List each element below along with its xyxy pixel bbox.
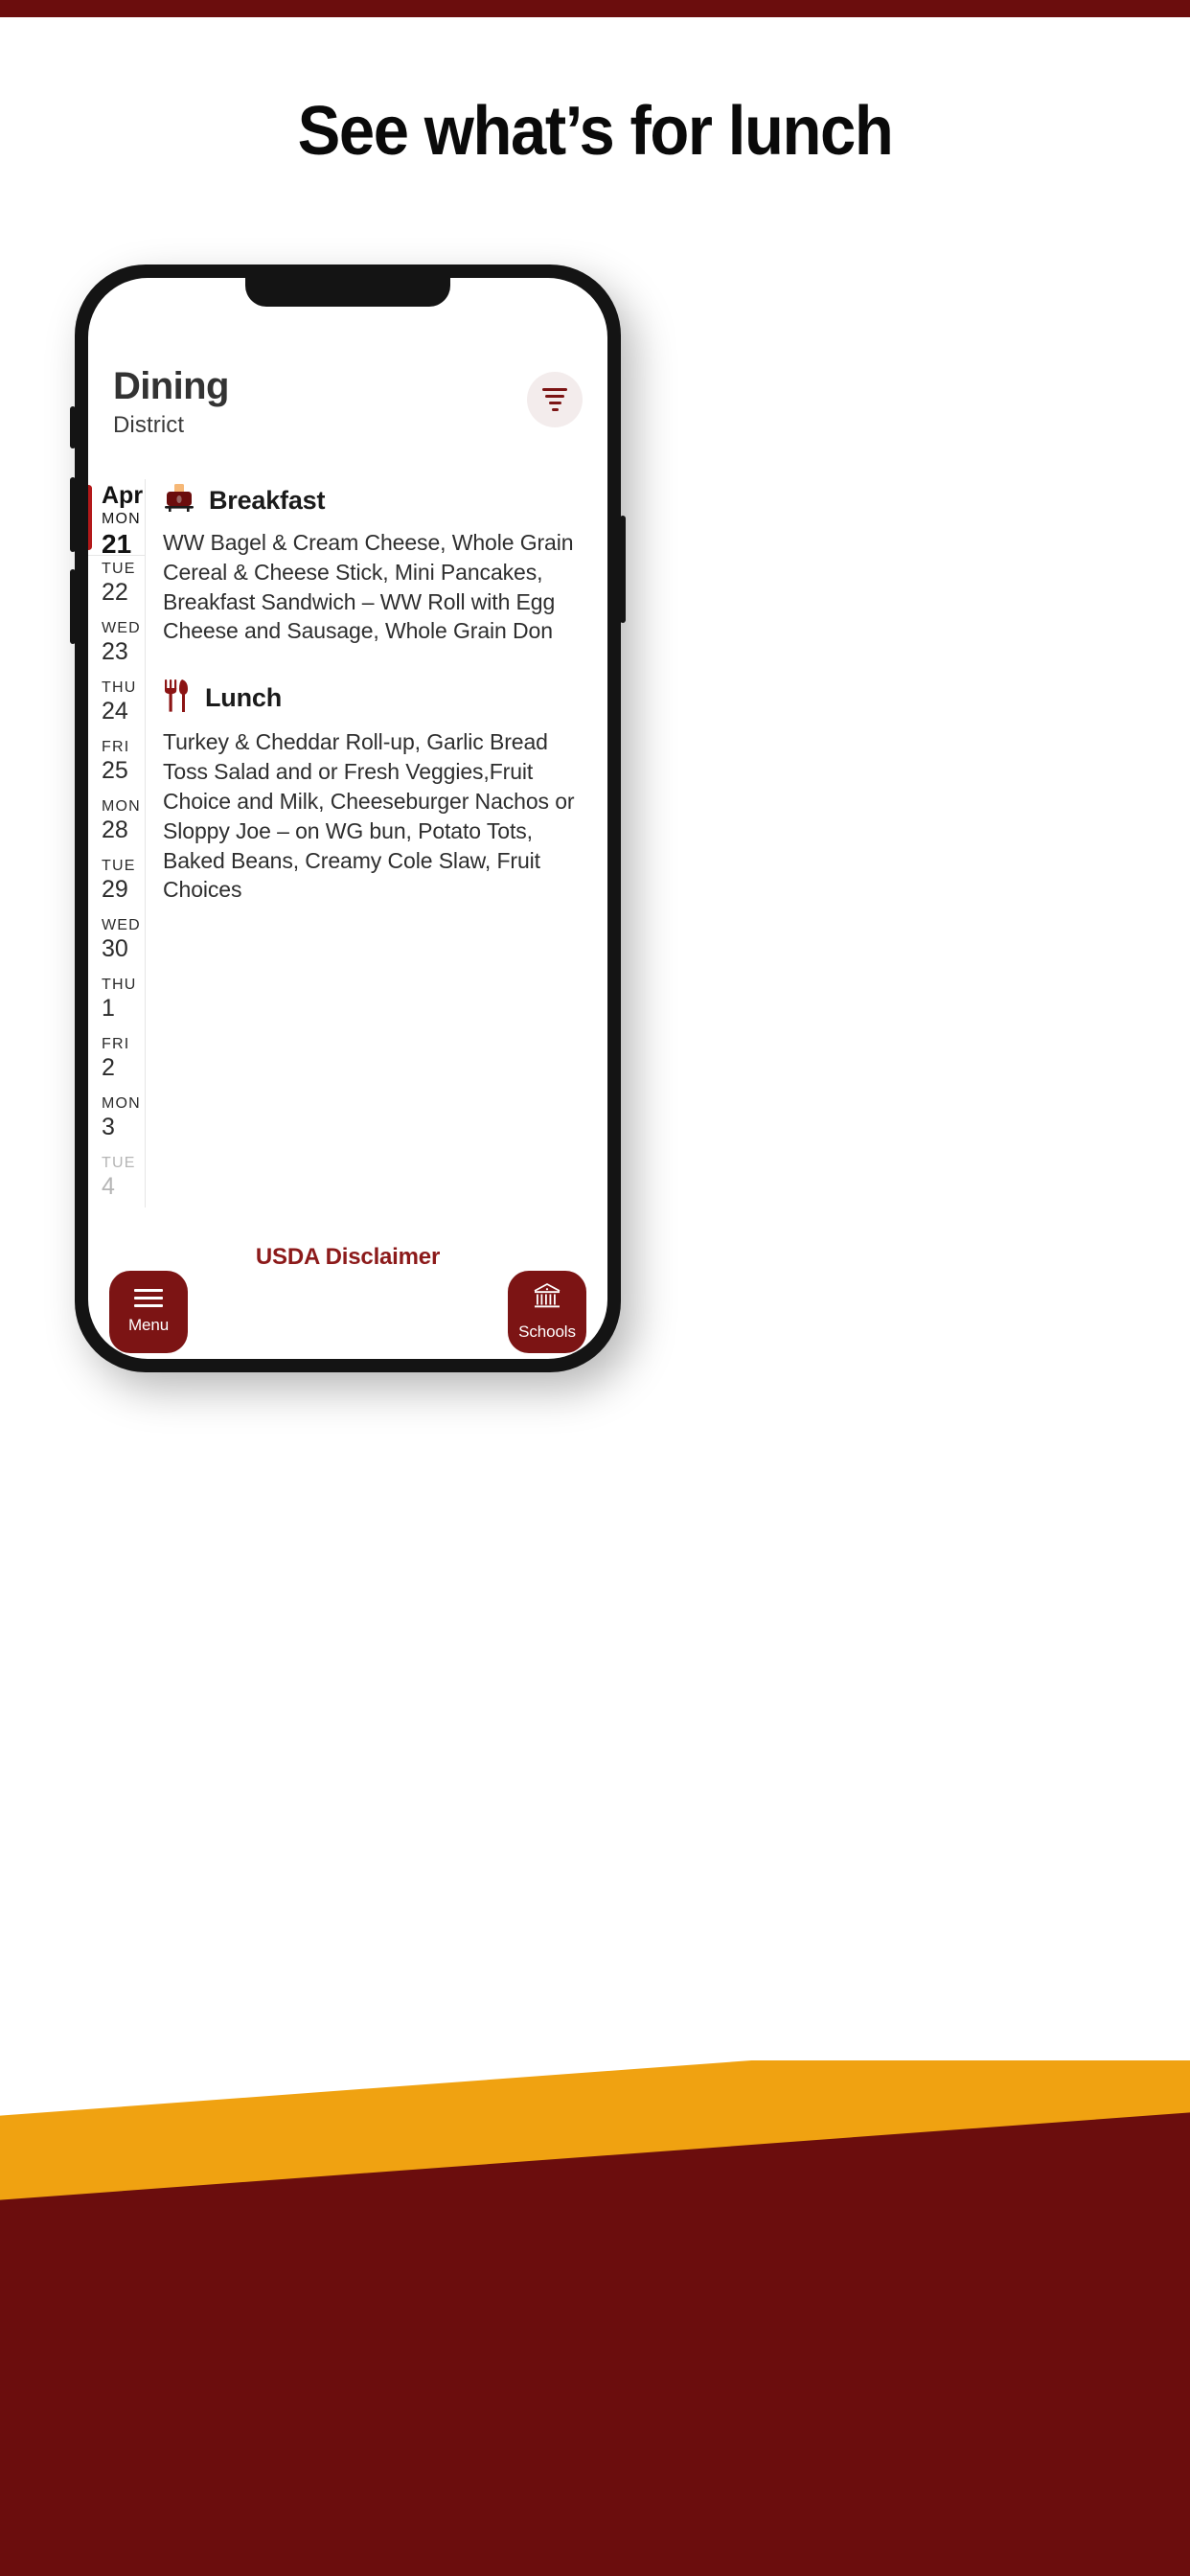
- date-day-number: 29: [102, 876, 128, 903]
- date-day-number: 25: [102, 757, 128, 784]
- filter-icon-bar-3: [548, 402, 561, 404]
- phone-screen: Dining District Apr MON 21 TUE 22 WED 23 THU 24 F…: [88, 278, 607, 1359]
- phone-volume-up-button: [70, 477, 76, 552]
- date-day-number: 24: [102, 698, 128, 724]
- page-subtitle: District: [113, 412, 185, 438]
- filter-icon: [542, 388, 567, 391]
- meal-description: WW Bagel & Cream Cheese, Whole Grain Cer…: [163, 530, 574, 644]
- page-title: Dining: [113, 365, 229, 407]
- selected-date-indicator: [88, 485, 92, 550]
- filter-icon-bar-4: [551, 408, 559, 411]
- meal-description: Turkey & Cheddar Roll-up, Garlic Bread T…: [163, 729, 575, 903]
- menu-content: Breakfast WW Bagel & Cream Cheese, Whole …: [146, 479, 607, 1208]
- phone-mute-switch: [70, 406, 76, 448]
- date-weekday: FRI: [102, 1036, 130, 1052]
- date-day-number: 1: [102, 995, 115, 1022]
- date-day-number: 28: [102, 816, 128, 843]
- header-title-block: Dining District: [113, 362, 229, 439]
- phone-notch: [245, 278, 450, 307]
- toaster-icon: [163, 483, 195, 518]
- date-weekday: THU: [102, 977, 137, 993]
- meal-title: Lunch: [205, 683, 282, 713]
- date-item-mon-21[interactable]: Apr MON 21: [88, 479, 145, 559]
- date-day-number: 3: [102, 1114, 115, 1140]
- menu-button[interactable]: Menu: [109, 1271, 188, 1353]
- filter-icon-bar-2: [545, 395, 564, 398]
- page-root: See what’s for lunch Dining District Apr…: [0, 0, 1190, 2576]
- schools-button-label: Schools: [518, 1322, 576, 1341]
- phone-mockup: Dining District Apr MON 21 TUE 22 WED 23 THU 24 F…: [70, 264, 626, 1372]
- date-item-thu-1[interactable]: THU 1: [88, 972, 145, 1031]
- hamburger-icon: [134, 1289, 163, 1307]
- date-day-number: 4: [102, 1173, 115, 1200]
- date-weekday: TUE: [102, 858, 136, 874]
- date-weekday: MON: [102, 1095, 141, 1112]
- date-item-fri-2[interactable]: FRI 2: [88, 1031, 145, 1091]
- date-item-thu-24[interactable]: THU 24: [88, 675, 145, 734]
- date-item-fri-25[interactable]: FRI 25: [88, 734, 145, 794]
- date-weekday: MON: [102, 510, 141, 527]
- date-item-tue-29[interactable]: TUE 29: [88, 853, 145, 912]
- date-item-tue-22[interactable]: TUE 22: [88, 556, 145, 615]
- date-selector-rail[interactable]: Apr MON 21 TUE 22 WED 23 THU 24 FRI 25 MON 28 TUE 29 WE…: [88, 479, 146, 1208]
- meal-header: Lunch: [163, 678, 583, 718]
- date-day-number: 23: [102, 638, 128, 665]
- date-day-number: 21: [102, 528, 132, 559]
- date-weekday: WED: [102, 917, 141, 933]
- phone-power-button: [620, 516, 626, 623]
- meal-header: Breakfast: [163, 483, 583, 518]
- app-body: Apr MON 21 TUE 22 WED 23 THU 24 FRI 25 MON 28 TUE 29 WE…: [88, 479, 607, 1208]
- date-weekday: FRI: [102, 739, 130, 755]
- top-accent-bar: [0, 0, 1190, 17]
- fork-knife-icon: [163, 678, 192, 718]
- menu-button-label: Menu: [127, 1316, 170, 1334]
- app-header: Dining District: [88, 362, 607, 475]
- date-weekday: TUE: [102, 561, 136, 577]
- date-weekday: WED: [102, 620, 141, 636]
- filter-button[interactable]: [527, 372, 583, 427]
- phone-volume-down-button: [70, 569, 76, 644]
- date-item-mon-3[interactable]: MON 3: [88, 1091, 145, 1150]
- school-building-icon: [532, 1282, 562, 1314]
- background-decoration: [0, 2060, 1190, 2576]
- date-day-number: 2: [102, 1054, 115, 1081]
- date-weekday: TUE: [102, 1155, 136, 1171]
- usda-disclaimer-link[interactable]: USDA Disclaimer: [88, 1244, 607, 1271]
- meal-block-lunch: Lunch Turkey & Cheddar Roll-up, Garlic Br…: [163, 678, 583, 905]
- date-item-mon-28[interactable]: MON 28: [88, 794, 145, 853]
- meal-title: Breakfast: [209, 486, 326, 515]
- page-headline: See what’s for lunch: [297, 93, 894, 170]
- date-weekday: THU: [102, 679, 137, 696]
- date-item-tue-4[interactable]: TUE 4: [88, 1150, 145, 1209]
- date-item-wed-30[interactable]: WED 30: [88, 912, 145, 972]
- date-month: Apr: [102, 482, 144, 509]
- date-day-number: 22: [102, 579, 128, 606]
- meal-block-breakfast: Breakfast WW Bagel & Cream Cheese, Whole …: [163, 483, 583, 646]
- date-day-number: 30: [102, 935, 128, 962]
- date-weekday: MON: [102, 798, 141, 815]
- schools-button[interactable]: Schools: [508, 1271, 586, 1353]
- date-item-wed-23[interactable]: WED 23: [88, 615, 145, 675]
